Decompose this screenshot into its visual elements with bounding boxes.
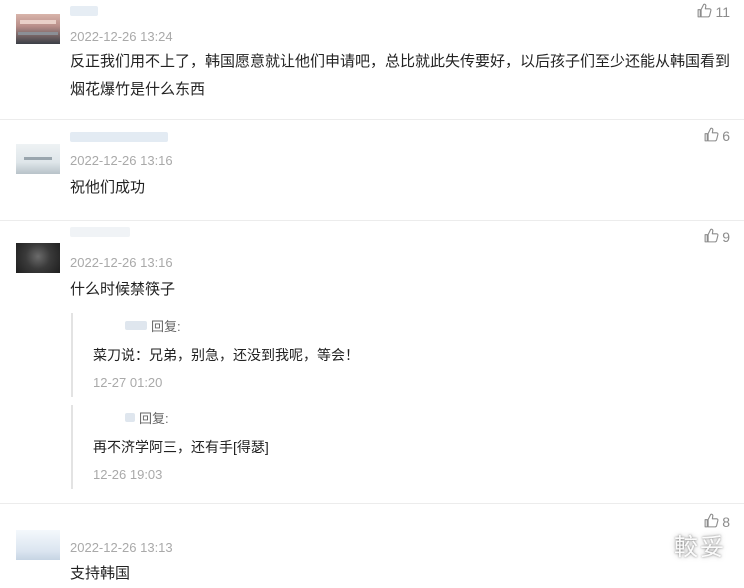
reply-label: 回复:	[139, 411, 169, 426]
reply-bar	[71, 313, 73, 397]
like-button[interactable]: 6	[703, 126, 730, 146]
comment-time: 2022-12-26 13:13	[70, 540, 173, 555]
reply-item: 回复: 再不济学阿三，还有手[得瑟] 12-26 19:03	[71, 405, 741, 489]
avatar[interactable]	[16, 530, 60, 560]
comment-text: 反正我们用不上了，韩国愿意就让他们申请吧，总比就此失传要好，以后孩子们至少还能从…	[70, 53, 731, 98]
like-button[interactable]: 11	[696, 2, 730, 22]
watermark: 較妥	[674, 533, 726, 561]
reply-username[interactable]	[125, 413, 135, 422]
avatar[interactable]	[16, 243, 60, 273]
comment-text: 什么时候禁筷子	[70, 281, 176, 298]
username[interactable]	[70, 132, 168, 142]
username[interactable]	[70, 227, 130, 237]
reply-header[interactable]: 回复:	[125, 408, 169, 427]
reply-time: 12-27 01:20	[93, 375, 163, 390]
like-count: 9	[722, 229, 730, 245]
comment-item: 2022-12-26 13:16 祝他们成功 6	[0, 120, 744, 220]
username[interactable]	[70, 6, 98, 16]
comment-item: 2022-12-26 13:24 反正我们用不上了，韩国愿意就让他们申请吧，总比…	[0, 0, 744, 118]
comment-item: 2022-12-26 13:13 支持韩国 8	[0, 504, 744, 582]
reply-item: 回复: 菜刀说：兄弟，别急，还没到我呢，等会！ 12-27 01:20	[71, 313, 741, 397]
reply-text: 菜刀说：兄弟，别急，还没到我呢，等会！	[93, 347, 359, 363]
reply-text: 再不济学阿三，还有手[得瑟]	[93, 439, 269, 455]
thumbs-up-icon	[696, 2, 713, 22]
comment-time: 2022-12-26 13:24	[70, 29, 173, 44]
comment-text: 支持韩国	[70, 565, 131, 582]
comment-item: 2022-12-26 13:16 什么时候禁筷子 9 回复: 菜刀说：兄弟，别急…	[0, 221, 744, 501]
avatar[interactable]	[16, 144, 60, 174]
reply-bar	[71, 405, 73, 489]
comment-time: 2022-12-26 13:16	[70, 153, 173, 168]
comment-time: 2022-12-26 13:16	[70, 255, 173, 270]
like-count: 11	[715, 4, 730, 20]
comment-text: 祝他们成功	[70, 179, 146, 196]
reply-time: 12-26 19:03	[93, 467, 163, 482]
thumbs-up-icon	[703, 126, 720, 146]
like-button[interactable]: 9	[703, 227, 730, 247]
reply-label: 回复:	[151, 319, 181, 334]
like-count: 6	[722, 128, 730, 144]
reply-username[interactable]	[125, 321, 147, 330]
reply-header[interactable]: 回复:	[125, 316, 181, 335]
avatar[interactable]	[16, 14, 60, 44]
thumbs-up-icon	[703, 227, 720, 247]
